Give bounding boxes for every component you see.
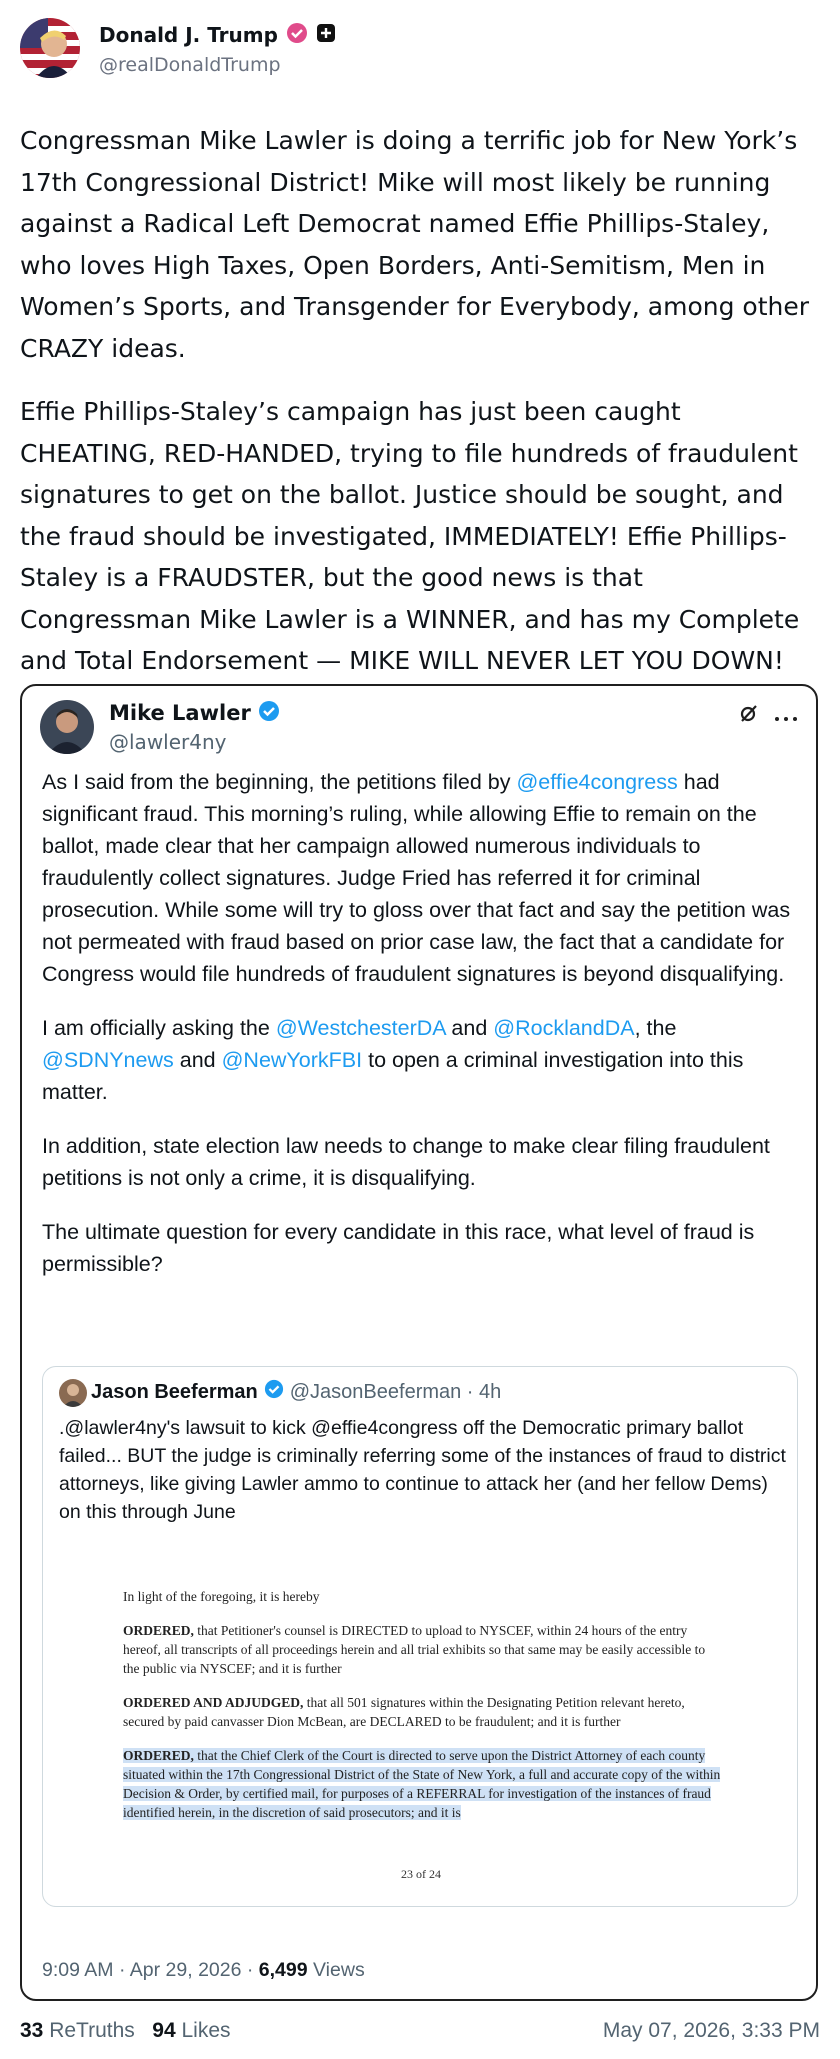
mention-link[interactable]: @WestchesterDA — [276, 1016, 446, 1040]
quoted-paragraph: The ultimate question for every candidat… — [42, 1220, 755, 1276]
text-run: and — [173, 1048, 222, 1072]
doc-order-highlighted: ORDERED, that the Chief Clerk of the Cou… — [123, 1746, 723, 1822]
post-paragraph: Effie Phillips-Staley’s campaign has jus… — [20, 397, 800, 675]
quoted-author-handle[interactable]: @lawler4ny — [109, 730, 227, 754]
likes-count[interactable]: 94 — [152, 2019, 175, 2042]
doc-order: ORDERED AND ADJUDGED, that all 501 signa… — [123, 1693, 723, 1731]
nested-author-avatar[interactable] — [59, 1379, 87, 1407]
nested-author-handle[interactable]: @JasonBeeferman · 4h — [290, 1381, 502, 1404]
likes-label[interactable]: Likes — [176, 2019, 230, 2042]
text-run: had significant fraud. This morning’s ru… — [42, 770, 791, 986]
doc-order-label: ORDERED, — [123, 1748, 194, 1763]
nested-quoted-post[interactable]: Jason Beeferman @JasonBeeferman · 4h .@l… — [42, 1366, 798, 1907]
quoted-paragraph: In addition, state election law needs to… — [42, 1134, 770, 1190]
mention-link[interactable]: @SDNYnews — [42, 1048, 174, 1072]
grok-icon[interactable] — [738, 702, 760, 729]
post-header: Donald J. Trump @realDonaldTrump — [20, 18, 820, 88]
quoted-author-avatar[interactable] — [40, 700, 94, 754]
post-date[interactable]: May 07, 2026, 3:33 PM — [603, 2019, 820, 2043]
doc-order-label: ORDERED AND ADJUDGED, — [123, 1695, 304, 1710]
doc-page-number: 23 of 24 — [401, 1867, 441, 1881]
text-run: As I said from the beginning, the petiti… — [42, 770, 517, 794]
retruths-label[interactable]: ReTruths — [43, 2019, 135, 2042]
plus-badge-icon — [316, 23, 336, 47]
text-run: , the — [634, 1016, 677, 1040]
text-run: I am officially asking the — [42, 1016, 276, 1040]
doc-order-label: ORDERED, — [123, 1623, 194, 1638]
retruths-count[interactable]: 33 — [20, 2019, 43, 2042]
engagement-stats: 33 ReTruths 94 Likes — [20, 2019, 231, 2043]
quoted-post-body: As I said from the beginning, the petiti… — [42, 766, 802, 1302]
verified-badge-icon — [264, 1379, 284, 1405]
verified-badge-icon — [286, 22, 308, 48]
views-count: 6,499 — [258, 1959, 308, 1981]
quoted-author-name[interactable]: Mike Lawler — [109, 701, 251, 725]
post-body: Congressman Mike Lawler is doing a terri… — [20, 120, 820, 704]
more-options-icon[interactable] — [774, 704, 798, 728]
quoted-post-meta: 9:09 AM · Apr 29, 2026 · 6,499 Views — [42, 1959, 365, 1982]
court-document-image[interactable]: In light of the foregoing, it is hereby … — [123, 1587, 723, 1837]
views-label: Views — [307, 1959, 365, 1981]
author-name[interactable]: Donald J. Trump — [99, 23, 278, 47]
quoted-paragraph: As I said from the beginning, the petiti… — [42, 766, 802, 990]
verified-badge-icon — [258, 700, 280, 726]
quoted-timestamp[interactable]: 9:09 AM · Apr 29, 2026 · — [42, 1959, 259, 1981]
nested-post-text: .@lawler4ny's lawsuit to kick @effie4con… — [59, 1417, 786, 1523]
doc-order-text: that the Chief Clerk of the Court is dir… — [123, 1748, 721, 1820]
doc-order: ORDERED, that Petitioner's counsel is DI… — [123, 1621, 723, 1678]
quoted-paragraph: I am officially asking the @WestchesterD… — [42, 1012, 802, 1108]
author-avatar[interactable] — [20, 18, 80, 78]
nested-author-name[interactable]: Jason Beeferman — [91, 1381, 258, 1404]
doc-intro: In light of the foregoing, it is hereby — [123, 1589, 320, 1604]
text-run: and — [445, 1016, 494, 1040]
quoted-post-card[interactable]: Mike Lawler @lawler4ny As I said from th… — [20, 684, 818, 2001]
post-paragraph: Congressman Mike Lawler is doing a terri… — [20, 126, 810, 363]
doc-order-text: that Petitioner's counsel is DIRECTED to… — [123, 1623, 706, 1676]
author-handle[interactable]: @realDonaldTrump — [99, 54, 281, 76]
mention-link[interactable]: @RocklandDA — [493, 1016, 634, 1040]
mention-link[interactable]: @NewYorkFBI — [222, 1048, 363, 1072]
mention-link[interactable]: @effie4congress — [516, 770, 677, 794]
